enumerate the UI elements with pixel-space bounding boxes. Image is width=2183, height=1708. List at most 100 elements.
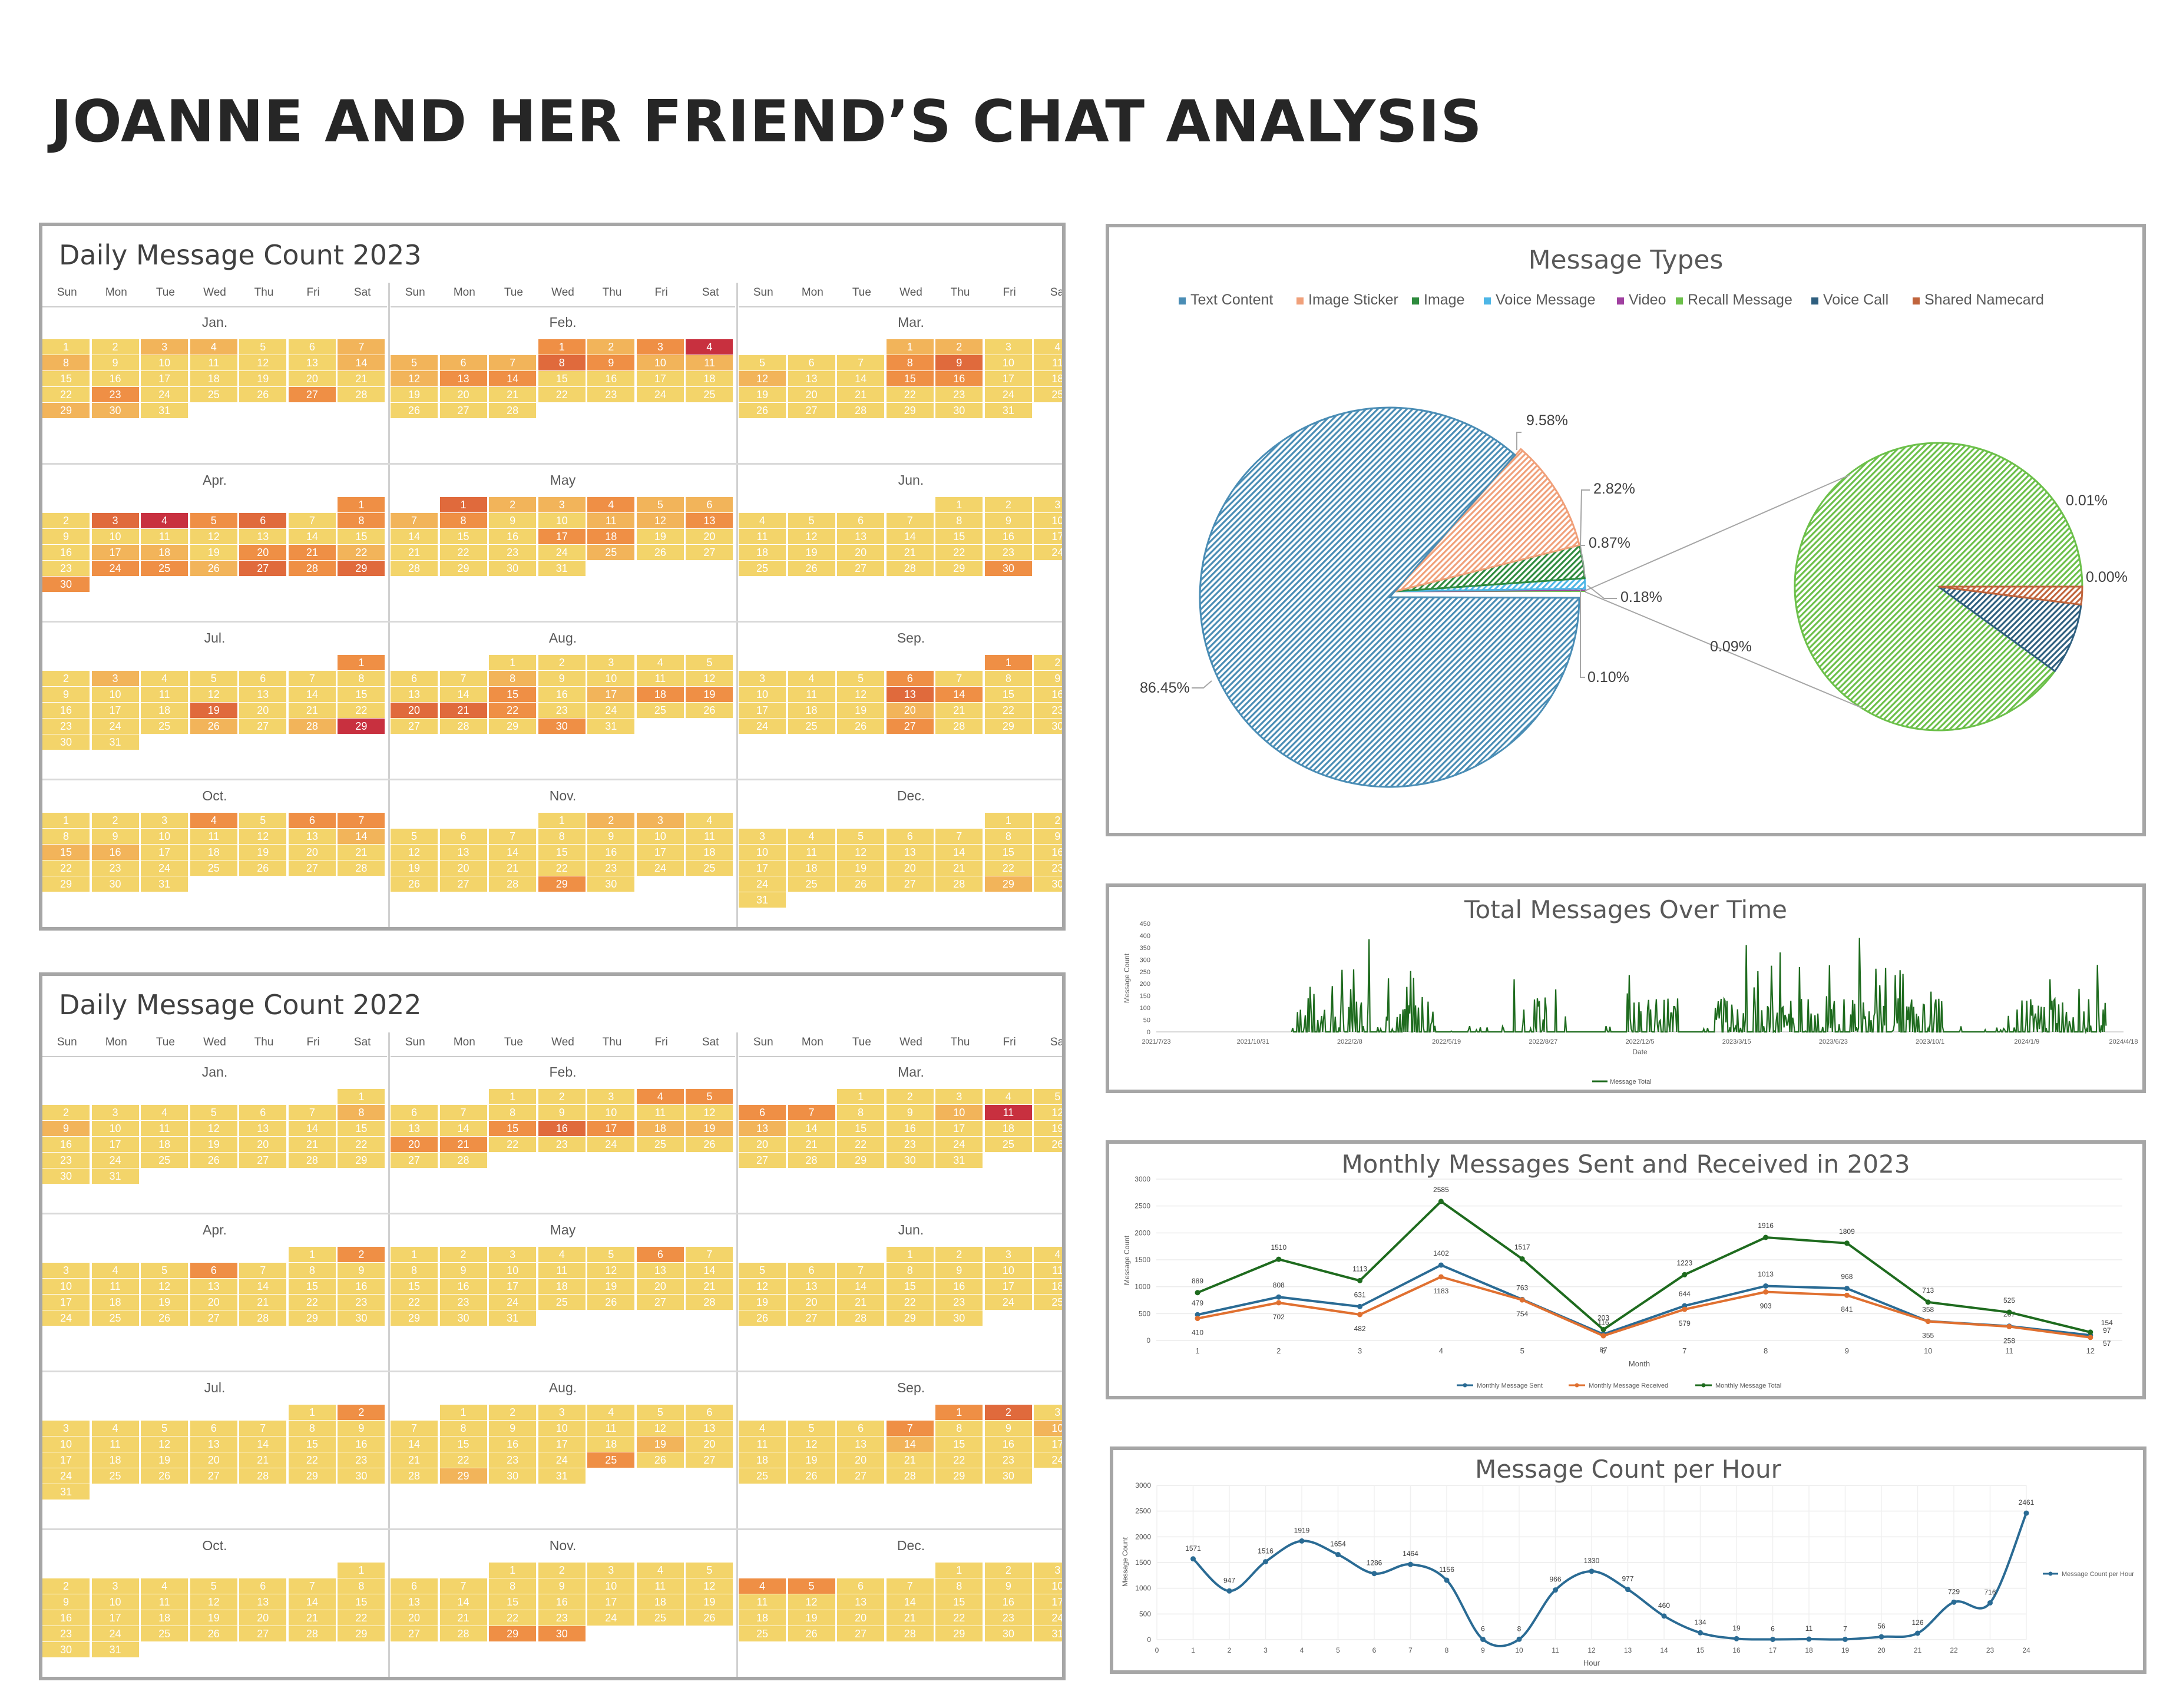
calendar-day-cell: 13 — [886, 845, 935, 860]
calendar-day-cell: 26 — [190, 719, 239, 734]
calendar-day-cell: 28 — [935, 876, 984, 892]
x-tick-label: 7 — [1408, 1646, 1413, 1654]
day-header-row: Sun Mon Tue Wed Thu Fri Sat — [739, 1032, 1062, 1057]
calendar-day-cell: 19 — [686, 687, 735, 702]
calendar-day-cell: 5 — [686, 1563, 735, 1578]
calendar-day-cell: 27 — [439, 403, 488, 418]
calendar-day-cell: 2 — [42, 513, 91, 528]
calendar-day-cell: 16 — [42, 1610, 91, 1626]
calendar-day-cell: 25 — [686, 860, 735, 876]
legend-swatch — [1296, 297, 1304, 304]
data-point — [1276, 1300, 1282, 1306]
calendar-day-cell: 12 — [636, 1421, 685, 1436]
calendar-day-cell: 2 — [984, 1405, 1033, 1420]
calendar-day-cell: 7 — [439, 1105, 488, 1120]
calendar-day-cell: 2 — [935, 339, 984, 355]
calendar-day-cell: 26 — [788, 1626, 836, 1641]
pie-label-image: 2.82% — [1593, 481, 1635, 497]
data-label: 1571 — [1185, 1544, 1201, 1553]
calendar-day-cell: 31 — [141, 403, 190, 418]
x-tick-label: 8 — [1445, 1646, 1449, 1654]
calendar-day-cell: 17 — [141, 371, 190, 386]
calendar-day-cell: 31 — [141, 876, 190, 892]
calendar-day-cell: 18 — [686, 845, 735, 860]
legend-item: Shared Namecard — [1913, 292, 2044, 308]
calendar-day-cell: 21 — [391, 1452, 439, 1468]
day-header: Sat — [353, 286, 371, 299]
calendar-day-cell: 10 — [587, 1105, 636, 1120]
calendar-day-cell: 7 — [837, 355, 886, 370]
calendar-day-cell: 18 — [587, 529, 636, 544]
legend-item: Recall Message — [1676, 292, 1792, 308]
y-tick-label: 400 — [1140, 932, 1150, 939]
calendar-day-cell: 17 — [984, 371, 1033, 386]
month-label: Mar. — [898, 1064, 924, 1080]
calendar-day-cell: 7 — [886, 513, 935, 528]
data-point — [1226, 1588, 1232, 1594]
pie-label-text-content: 86.45% — [1140, 680, 1190, 696]
calendar-day-cell: 10 — [587, 1578, 636, 1594]
legend-item: Voice Call — [1811, 292, 1888, 308]
day-header: Wed — [899, 286, 922, 299]
calendar-day-cell: 7 — [886, 1421, 935, 1436]
x-tick-label: 23 — [1986, 1646, 1995, 1654]
month-block: Sep. 1 2 3 4 5 6 7 8 9 10 11 12 13 14 15 16 17 18 19 20 21 22 2… — [739, 622, 1062, 780]
calendar-day-cell: 28 — [338, 387, 386, 402]
calendar-day-cell: 13 — [886, 687, 935, 702]
calendar-day-cell: 28 — [338, 860, 386, 876]
calendar-day-cell: 10 — [984, 355, 1033, 370]
calendar-day-cell: 22 — [42, 860, 91, 876]
calendar-day-cell: 30 — [935, 1310, 984, 1326]
calendar-day-cell: 29 — [886, 403, 935, 418]
y-tick-label: 150 — [1140, 993, 1150, 1000]
data-point — [1661, 1613, 1667, 1619]
calendar-day-cell: 20 — [886, 703, 935, 718]
calendar-day-cell: 2 — [91, 339, 140, 355]
calendar-day-cell: 30 — [91, 403, 140, 418]
calendar-day-cell: 22 — [935, 545, 984, 560]
calendar-day-cell: 5 — [239, 813, 288, 828]
pie-label-voice-message: 0.87% — [1589, 535, 1630, 551]
calendar-column: Sun Mon Tue Wed Thu Fri Sat Feb. 1 2 3 4 5 6 7 8 9 10 11 12… — [391, 283, 735, 927]
calendar-day-cell: 23 — [935, 387, 984, 402]
calendar-day-cell: 5 — [190, 513, 239, 528]
calendar-day-cell: 26 — [587, 1295, 636, 1310]
calendar-day-cell: 17 — [984, 1279, 1033, 1294]
series-line — [1197, 1275, 2091, 1339]
calendar-day-cell: 1 — [439, 1405, 488, 1420]
calendar-day-cell: 20 — [886, 860, 935, 876]
calendar-day-cell: 15 — [338, 1121, 386, 1136]
calendar-day-cell: 16 — [42, 1137, 91, 1152]
calendar-day-cell: 12 — [239, 829, 288, 844]
calendar-day-cell: 5 — [190, 671, 239, 686]
data-point — [1589, 1568, 1595, 1574]
legend-marker — [1701, 1383, 1706, 1388]
calendar-day-cell: 27 — [239, 1153, 288, 1168]
calendar-day-cell: 30 — [886, 1153, 935, 1168]
data-point — [1915, 1630, 1920, 1636]
calendar-day-cell: 3 — [739, 829, 787, 844]
calendar-day-cell: 25 — [788, 876, 836, 892]
calendar-day-cell: 21 — [239, 1295, 288, 1310]
calendar-day-cell: 9 — [1034, 829, 1062, 844]
calendar-day-cell: 5 — [239, 339, 288, 355]
legend-marker — [2048, 1571, 2053, 1576]
pie-label-video: 0.18% — [1620, 589, 1662, 605]
x-tick-label: 0 — [1155, 1646, 1159, 1654]
calendar-day-cell: 8 — [984, 829, 1033, 844]
calendar-day-cell: 3 — [538, 497, 587, 512]
calendar-day-cell: 15 — [837, 1121, 886, 1136]
monthly-2023-panel: Monthly Messages Sent and Received in 20… — [1106, 1140, 2146, 1399]
calendar-day-cell: 27 — [686, 1452, 735, 1468]
x-tick-label: 2023/10/1 — [1916, 1038, 1944, 1045]
month-block: Mar. 1 2 3 4 5 6 7 8 9 10 11 12 13 14 15 16 17 18 19 20 21 22 2… — [739, 306, 1062, 464]
x-tick-label: 17 — [1769, 1646, 1777, 1654]
pie-leader-line — [1516, 432, 1522, 450]
month-block: Jan. 1 2 3 4 5 6 7 8 9 10 11 12 13 14 15 16 17 18 19 20 21 22 2… — [42, 1056, 387, 1214]
calendar-day-cell: 14 — [935, 845, 984, 860]
calendar-day-cell: 9 — [935, 355, 984, 370]
data-point — [1770, 1636, 1775, 1642]
calendar-day-cell: 28 — [886, 561, 935, 576]
data-label: 754 — [1516, 1310, 1528, 1318]
calendar-day-cell: 23 — [42, 1153, 91, 1168]
